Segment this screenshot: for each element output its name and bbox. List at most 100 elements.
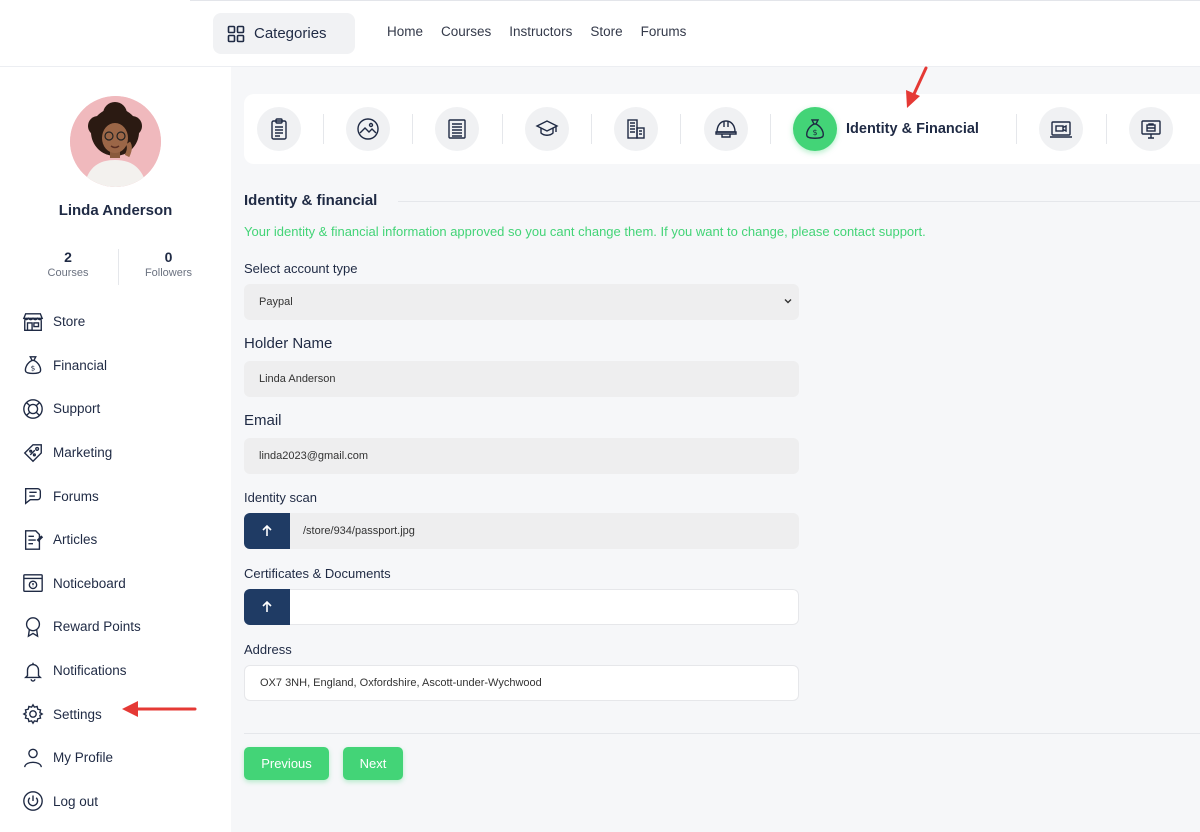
followers-label: Followers xyxy=(144,267,193,279)
sidebar-item-financial[interactable]: $ Financial xyxy=(22,344,141,388)
step-separator xyxy=(323,114,324,144)
next-button[interactable]: Next xyxy=(343,747,403,780)
approval-notice: Your identity & financial information ap… xyxy=(244,224,926,239)
followers-stat: 0 Followers xyxy=(118,249,218,285)
sidebar-item-marketing[interactable]: Marketing xyxy=(22,431,141,475)
profile-stats: 2 Courses 0 Followers xyxy=(18,249,218,285)
step-extra[interactable] xyxy=(1129,107,1173,151)
sidebar-item-label: Marketing xyxy=(53,445,113,461)
address-field[interactable]: OX7 3NH, England, Oxfordshire, Ascott-un… xyxy=(244,665,799,701)
tag-icon xyxy=(22,442,44,464)
account-type-select[interactable]: Paypal xyxy=(244,284,799,320)
sidebar-item-forums[interactable]: Forums xyxy=(22,474,141,518)
step-separator xyxy=(591,114,592,144)
active-step-label: Identity & Financial xyxy=(846,121,979,137)
sidebar-item-store[interactable]: Store xyxy=(22,300,141,344)
categories-button[interactable]: Categories xyxy=(213,13,355,54)
step-experiences[interactable] xyxy=(614,107,658,151)
annotation-arrow-settings xyxy=(122,701,197,717)
nav-link-home[interactable]: Home xyxy=(387,24,423,39)
sidebar-item-log-out[interactable]: Log out xyxy=(22,780,141,824)
sidebar-item-support[interactable]: Support xyxy=(22,387,141,431)
holder-name-field[interactable]: Linda Anderson xyxy=(244,361,799,397)
chat-icon xyxy=(22,485,44,507)
step-separator xyxy=(770,114,771,144)
sidebar-item-label: Articles xyxy=(53,532,98,548)
identity-scan-path[interactable]: /store/934/passport.jpg xyxy=(290,513,799,549)
form-footer-divider xyxy=(244,733,1200,734)
sidebar-item-label: Financial xyxy=(53,357,108,373)
step-separator xyxy=(680,114,681,144)
image-icon xyxy=(357,118,379,140)
annotation-arrow-step xyxy=(906,66,928,108)
step-basic-info[interactable] xyxy=(257,107,301,151)
wizard-steps-bar: $ Identity & Financial xyxy=(244,94,1200,164)
address-value: OX7 3NH, England, Oxfordshire, Ascott-un… xyxy=(260,677,542,689)
sidebar-item-label: Store xyxy=(53,314,86,330)
sidebar-item-label: My Profile xyxy=(53,750,114,766)
svg-text:$: $ xyxy=(31,364,36,373)
step-separator xyxy=(1016,114,1017,144)
sidebar-item-my-profile[interactable]: My Profile xyxy=(22,736,141,780)
section-title-divider xyxy=(398,201,1200,202)
step-education[interactable] xyxy=(525,107,569,151)
step-about[interactable] xyxy=(435,107,479,151)
account-type-value: Paypal xyxy=(259,296,293,308)
sidebar-menu: Store $ Financial Support Marketing Foru… xyxy=(22,300,141,823)
navbar-top-border xyxy=(190,0,1200,1)
bell-icon xyxy=(22,660,44,682)
step-separator xyxy=(1106,114,1107,144)
chevron-down-icon xyxy=(784,299,792,304)
arrow-up-icon xyxy=(262,600,272,612)
courses-label: Courses xyxy=(47,267,89,279)
money-bag-icon: $ xyxy=(22,354,44,376)
award-icon xyxy=(22,616,44,638)
nav-link-store[interactable]: Store xyxy=(590,24,622,39)
power-icon xyxy=(22,790,44,812)
svg-text:$: $ xyxy=(812,128,817,137)
sidebar-item-notifications[interactable]: Notifications xyxy=(22,649,141,693)
previous-button[interactable]: Previous xyxy=(244,747,329,780)
holder-name-label: Holder Name xyxy=(244,335,333,352)
section-title: Identity & financial xyxy=(244,192,378,209)
sidebar-item-label: Forums xyxy=(53,488,99,504)
avatar[interactable] xyxy=(70,96,161,187)
top-navbar: Categories Home Courses Instructors Stor… xyxy=(0,0,1200,67)
avatar-portrait xyxy=(70,96,161,187)
certificates-label: Certificates & Documents xyxy=(244,566,391,581)
user-icon xyxy=(22,747,44,769)
step-zoom-api[interactable] xyxy=(1039,107,1083,151)
nav-link-instructors[interactable]: Instructors xyxy=(509,24,572,39)
certificates-path[interactable] xyxy=(290,589,799,625)
identity-scan-upload-button[interactable] xyxy=(244,513,290,549)
holder-name-value: Linda Anderson xyxy=(259,373,336,385)
noticeboard-icon xyxy=(22,572,44,594)
graduation-cap-icon xyxy=(535,120,559,136)
video-icon xyxy=(1050,121,1072,138)
briefcase-monitor-icon xyxy=(1141,120,1161,139)
sidebar-item-articles[interactable]: Articles xyxy=(22,518,141,562)
courses-stat: 2 Courses xyxy=(18,249,118,285)
address-label: Address xyxy=(244,642,292,657)
categories-label: Categories xyxy=(254,25,327,42)
courses-count: 2 xyxy=(64,249,72,265)
grid-icon xyxy=(227,25,245,42)
step-identity-financial[interactable]: $ xyxy=(793,107,837,151)
sidebar-item-label: Settings xyxy=(53,706,102,722)
sidebar-item-label: Notifications xyxy=(53,663,127,679)
sidebar-item-label: Support xyxy=(53,401,101,417)
sidebar-item-reward-points[interactable]: Reward Points xyxy=(22,605,141,649)
sidebar-item-noticeboard[interactable]: Noticeboard xyxy=(22,562,141,606)
step-separator xyxy=(412,114,413,144)
email-field[interactable]: linda2023@gmail.com xyxy=(244,438,799,474)
step-images[interactable] xyxy=(346,107,390,151)
helmet-icon xyxy=(715,120,737,138)
step-occupations[interactable] xyxy=(704,107,748,151)
nav-link-courses[interactable]: Courses xyxy=(441,24,491,39)
certificates-upload-button[interactable] xyxy=(244,589,290,625)
sidebar-item-label: Reward Points xyxy=(53,619,141,635)
identity-scan-upload: /store/934/passport.jpg xyxy=(244,513,799,549)
nav-link-forums[interactable]: Forums xyxy=(641,24,687,39)
account-type-label: Select account type xyxy=(244,261,358,276)
followers-count: 0 xyxy=(164,249,173,265)
